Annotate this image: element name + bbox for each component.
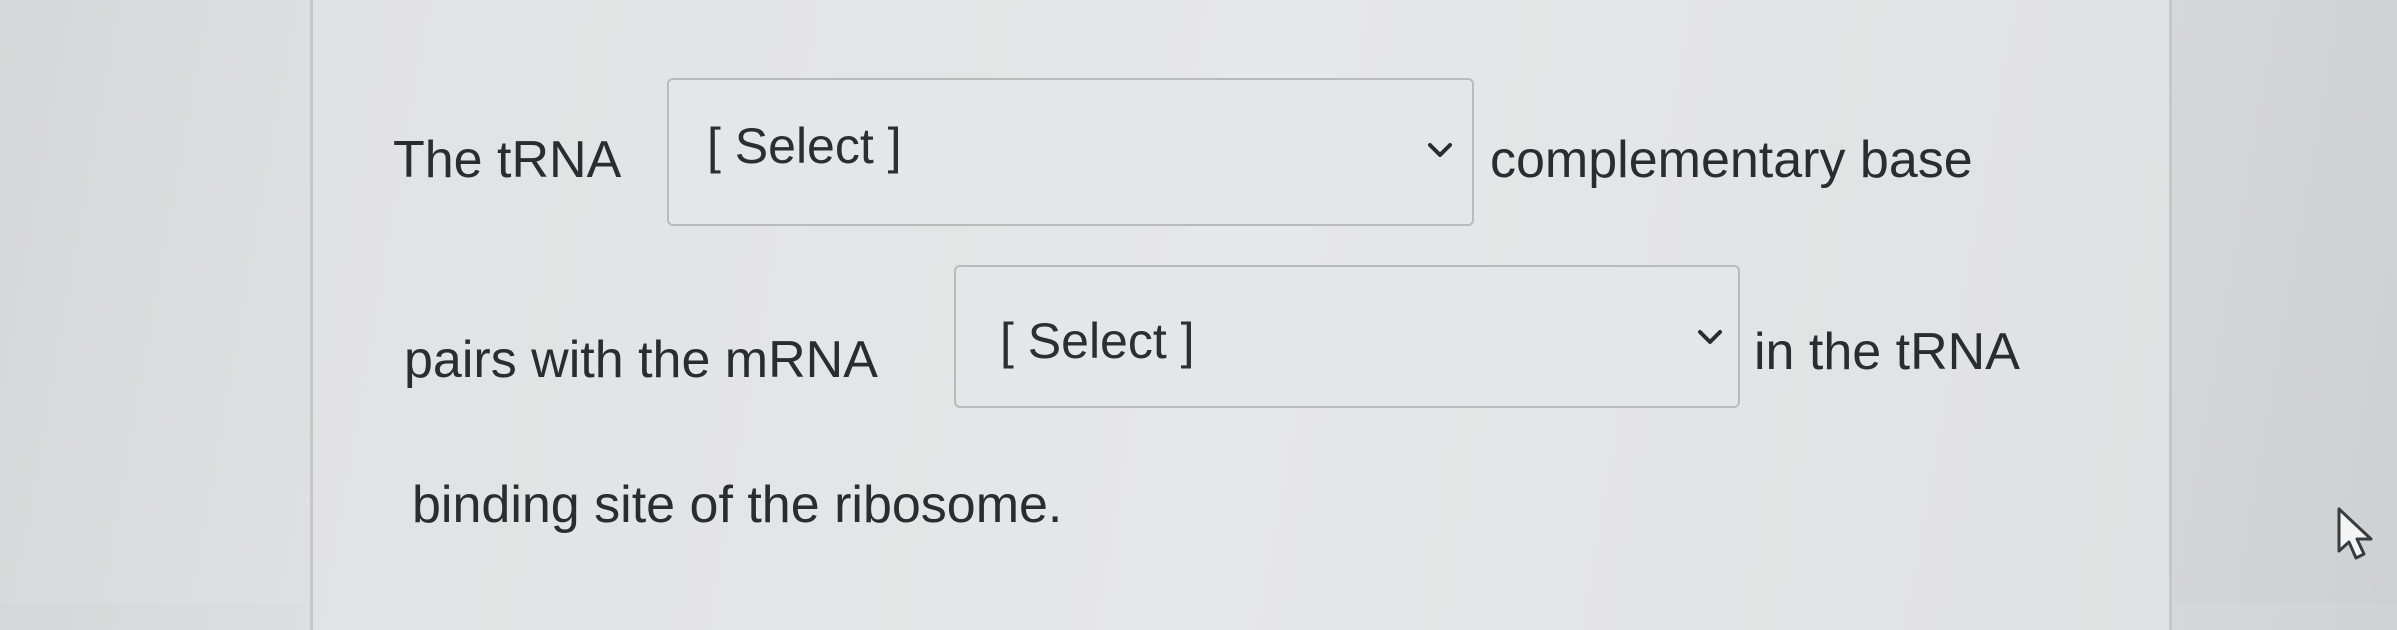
- chevron-down-icon: [1428, 143, 1452, 157]
- first-dropdown-selected-value: [ Select ]: [707, 118, 902, 174]
- question-text-line3: binding site of the ribosome.: [412, 476, 1063, 534]
- chevron-down-icon: [1698, 330, 1722, 344]
- first-answer-dropdown[interactable]: [ Select ]: [667, 78, 1474, 226]
- question-text-line2-start: pairs with the mRNA: [404, 331, 878, 389]
- question-text-line1-end: complementary base: [1490, 131, 1973, 189]
- question-text-line1-start: The tRNA: [393, 131, 622, 189]
- question-text-line2-end: in the tRNA: [1754, 323, 2020, 381]
- second-answer-dropdown[interactable]: [ Select ]: [954, 265, 1740, 408]
- second-dropdown-selected-value: [ Select ]: [1000, 313, 1195, 369]
- mouse-pointer-icon: [2337, 507, 2373, 560]
